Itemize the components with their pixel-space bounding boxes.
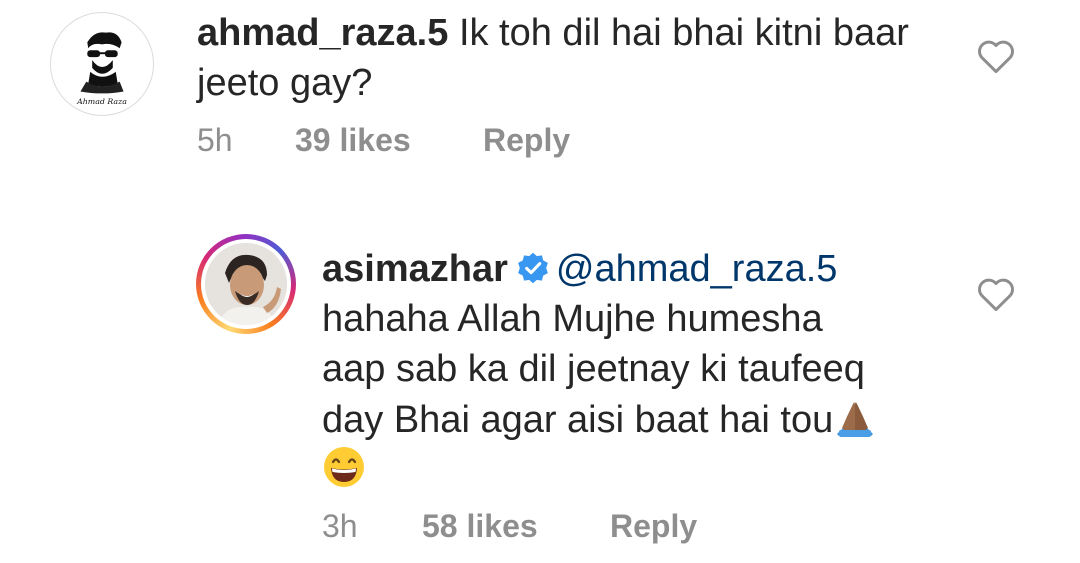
avatar-photo-image xyxy=(205,243,287,325)
avatar-caption: Ahmad Raza xyxy=(76,97,127,106)
comment-likes[interactable]: 58 likes xyxy=(422,508,538,545)
comment-likes[interactable]: 39 likes xyxy=(295,122,411,159)
avatar[interactable]: Ahmad Raza xyxy=(50,12,154,116)
comment-body: asimazhar @ahmad_raza.5 hahaha Allah Muj… xyxy=(322,244,942,496)
comment-text-line: hahaha Allah Mujhe humesha xyxy=(322,298,823,340)
avatar-logo-image: Ahmad Raza xyxy=(76,32,127,106)
comment-text-line: day Bhai agar aisi baat hai tou xyxy=(322,399,834,441)
avatar[interactable] xyxy=(205,243,287,325)
folded-hands-emoji-icon xyxy=(837,402,874,437)
mention-link[interactable]: @ahmad_raza.5 xyxy=(556,248,838,290)
comment-username[interactable]: ahmad_raza.5 xyxy=(197,12,448,54)
grinning-face-emoji-icon xyxy=(324,447,364,487)
reply-button[interactable]: Reply xyxy=(483,122,570,159)
comment-text-line: aap sab ka dil jeetnay ki taufeeq xyxy=(322,348,865,390)
heart-outline-icon[interactable] xyxy=(976,38,1016,74)
comment-body: ahmad_raza.5 Ik toh dil hai bhai kitni b… xyxy=(197,8,937,108)
comment-time: 5h xyxy=(197,122,233,158)
avatar-ring-gap xyxy=(201,239,291,329)
reply-button[interactable]: Reply xyxy=(610,508,697,545)
verified-badge-icon xyxy=(518,252,548,284)
comment-username[interactable]: asimazhar xyxy=(322,248,508,290)
comment-time: 3h xyxy=(322,508,358,544)
story-ring[interactable] xyxy=(196,234,296,334)
heart-outline-icon[interactable] xyxy=(976,276,1016,312)
